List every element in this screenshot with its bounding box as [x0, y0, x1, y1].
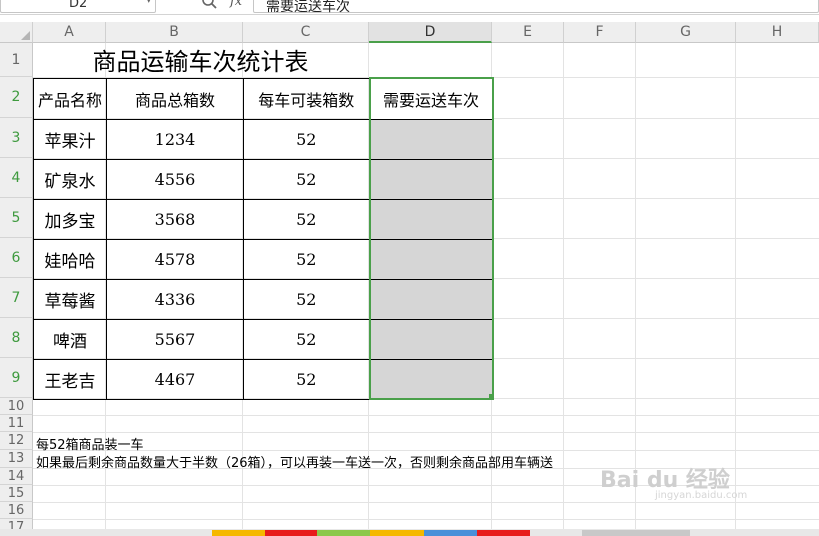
table-header-row: 产品名称 商品总箱数 每车可装箱数 需要运送车次	[33, 77, 494, 120]
row-header-7[interactable]: 7	[0, 278, 33, 318]
cell-product[interactable]: 草莓酱	[33, 278, 107, 320]
table-row: 啤酒 5567 52	[33, 318, 494, 360]
cell-total[interactable]: 5567	[106, 318, 244, 360]
cell-per-truck[interactable]: 52	[243, 158, 370, 200]
column-header-d[interactable]: D	[369, 22, 492, 43]
row-header-11[interactable]: 11	[0, 415, 33, 432]
fill-handle[interactable]	[489, 394, 494, 399]
cell-product[interactable]: 娃哈哈	[33, 238, 107, 280]
cell-per-truck[interactable]: 52	[243, 238, 370, 280]
watermark-url: jingyan.baidu.com	[655, 490, 748, 501]
cell-per-truck[interactable]: 52	[243, 198, 370, 240]
row-header-14[interactable]: 14	[0, 468, 33, 485]
sheet-tab[interactable]	[370, 530, 424, 536]
cell-trips[interactable]	[368, 198, 494, 240]
name-box-value: D2	[69, 0, 88, 11]
select-all-corner[interactable]	[0, 22, 33, 43]
cell-per-truck[interactable]: 52	[243, 318, 370, 360]
note-1[interactable]: 每52箱商品装一车	[36, 434, 144, 453]
header-cell[interactable]: 每车可装箱数	[243, 77, 370, 120]
table-row: 王老吉 4467 52	[33, 358, 494, 400]
fx-icon[interactable]: fx	[230, 0, 242, 9]
cell-product[interactable]: 苹果汁	[33, 118, 107, 160]
formula-bar: D2 ▾ fx 需要运送车次	[0, 0, 819, 15]
column-header-a[interactable]: A	[33, 22, 106, 43]
column-header-g[interactable]: G	[636, 22, 736, 43]
row-header-2[interactable]: 2	[0, 77, 33, 118]
cell-product[interactable]: 啤酒	[33, 318, 107, 360]
table-row: 娃哈哈 4578 52	[33, 238, 494, 280]
horizontal-scrollbar[interactable]	[582, 530, 690, 536]
row-header-16[interactable]: 16	[0, 502, 33, 519]
row-header-15[interactable]: 15	[0, 485, 33, 502]
data-table: 产品名称 商品总箱数 每车可装箱数 需要运送车次 苹果汁 1234 52 矿泉水…	[33, 77, 494, 400]
formula-text: 需要运送车次	[266, 0, 350, 15]
cell-total[interactable]: 3568	[106, 198, 244, 240]
cell-per-truck[interactable]: 52	[243, 278, 370, 320]
chevron-down-icon[interactable]: ▾	[146, 0, 151, 6]
cell-per-truck[interactable]: 52	[243, 358, 370, 400]
sheet-tabs-bar	[0, 529, 819, 536]
cell-total[interactable]: 4578	[106, 238, 244, 280]
active-cell[interactable]: 需要运送车次	[368, 77, 494, 120]
table-row: 草莓酱 4336 52	[33, 278, 494, 320]
sheet-tab[interactable]	[424, 530, 477, 536]
table-row: 矿泉水 4556 52	[33, 158, 494, 200]
formula-input[interactable]: 需要运送车次	[253, 0, 819, 15]
row-header-12[interactable]: 12	[0, 432, 33, 450]
row-header-3[interactable]: 3	[0, 118, 33, 158]
cell-total[interactable]: 4556	[106, 158, 244, 200]
column-header-f[interactable]: F	[564, 22, 636, 43]
sheet-tab[interactable]	[477, 530, 530, 536]
row-header-1[interactable]: 1	[0, 43, 33, 77]
column-header-c[interactable]: C	[243, 22, 369, 43]
header-cell[interactable]: 商品总箱数	[106, 77, 244, 120]
cell-trips[interactable]	[368, 358, 494, 400]
zoom-icon[interactable]	[201, 0, 219, 11]
column-header-h[interactable]: H	[736, 22, 819, 43]
table-row: 加多宝 3568 52	[33, 198, 494, 240]
row-header-9[interactable]: 9	[0, 358, 33, 398]
row-header-13[interactable]: 13	[0, 450, 33, 468]
cell-trips[interactable]	[368, 158, 494, 200]
row-header-4[interactable]: 4	[0, 158, 33, 198]
row-header-10[interactable]: 10	[0, 398, 33, 415]
cell-total[interactable]: 1234	[106, 118, 244, 160]
cell-trips[interactable]	[368, 278, 494, 320]
cell-product[interactable]: 王老吉	[33, 358, 107, 400]
sheet-tab[interactable]	[212, 530, 265, 536]
table-row: 苹果汁 1234 52	[33, 118, 494, 160]
cell-product[interactable]: 矿泉水	[33, 158, 107, 200]
column-header-e[interactable]: E	[492, 22, 564, 43]
cell-product[interactable]: 加多宝	[33, 198, 107, 240]
cell-per-truck[interactable]: 52	[243, 118, 370, 160]
cell-trips[interactable]	[368, 318, 494, 360]
sheet-tab[interactable]	[317, 530, 370, 536]
name-box[interactable]: D2 ▾	[0, 0, 156, 13]
cell-trips[interactable]	[368, 238, 494, 280]
row-header-8[interactable]: 8	[0, 318, 33, 358]
row-header-6[interactable]: 6	[0, 238, 33, 278]
cell-total[interactable]: 4336	[106, 278, 244, 320]
column-header-b[interactable]: B	[106, 22, 243, 43]
cell-trips[interactable]	[368, 118, 494, 160]
cell-total[interactable]: 4467	[106, 358, 244, 400]
sheet-tab[interactable]	[265, 530, 317, 536]
note-2[interactable]: 如果最后剩余商品数量大于半数（26箱），可以再装一车送一次，否则剩余商品部用车辆…	[36, 452, 553, 471]
row-header-5[interactable]: 5	[0, 198, 33, 238]
sheet-title[interactable]: 商品运输车次统计表	[33, 43, 368, 77]
header-cell[interactable]: 产品名称	[33, 77, 107, 120]
